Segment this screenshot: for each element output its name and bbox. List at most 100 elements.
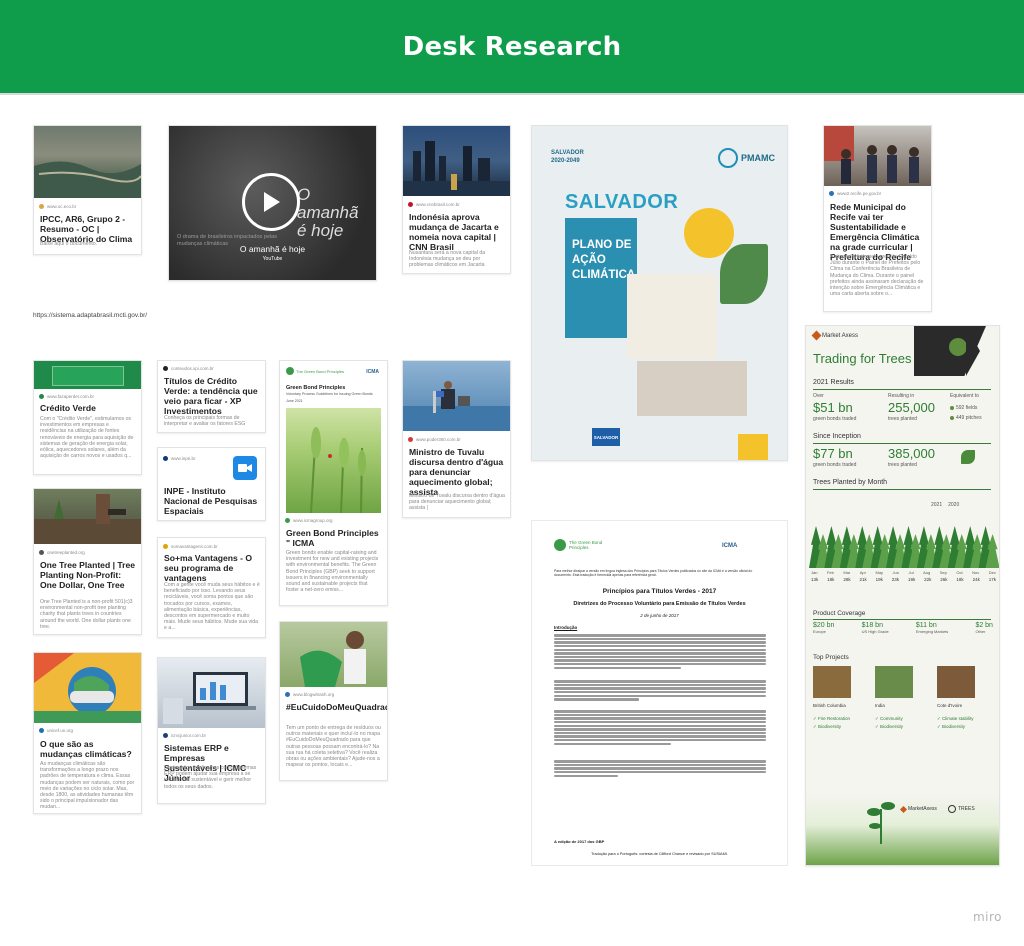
link-text-adaptabrasil[interactable]: https://sistema.adaptabrasil.mcti.gov.br…	[33, 312, 147, 319]
thumb-doc-title: Green Bond Principles	[286, 385, 346, 391]
card-source: www.blogwitrash.org	[285, 692, 334, 697]
card-title: INPE - Instituto Nacional de Pesquisas E…	[164, 486, 258, 516]
month-value: 19k	[907, 577, 916, 582]
cover-years: 2020-2049	[551, 158, 580, 164]
card-description: Conheça os principais formas de interpre…	[164, 415, 246, 428]
month-value: 18k	[956, 577, 964, 582]
leaf-badge-icon	[961, 450, 975, 464]
link-card-credito-verde[interactable]: www.fazaperder.com.br Crédito Verde Com …	[33, 360, 142, 475]
coverage-value: $11 bn	[915, 622, 937, 629]
play-button[interactable]	[242, 173, 300, 231]
marketaxess-logo-icon	[811, 330, 822, 341]
gbp-document-page[interactable]: The Green Bond Principles ICMA Para melh…	[531, 520, 788, 866]
gbp-doc-edition: A edição de 2017 dos GBP	[554, 839, 605, 844]
card-title: Ministro de Tuvalu discursa dentro d'águ…	[409, 447, 504, 497]
month-value: 28k	[843, 577, 851, 582]
card-thumbnail	[34, 361, 141, 389]
card-description: Baixe aqui o documento.	[40, 241, 98, 247]
card-title: Green Bond Principles " ICMA	[286, 528, 379, 548]
link-card-ipcc[interactable]: www.oc.eco.br IPCC, AR6, Grupo 2 - Resum…	[33, 125, 142, 255]
card-description: Ministro de Tuvalu discursa dentro d'águ…	[409, 493, 505, 512]
card-thumbnail	[34, 489, 141, 544]
link-card-green-bond-principles[interactable]: The Green Bond Principles ICMA Green Bon…	[279, 360, 388, 606]
card-thumbnail	[280, 622, 387, 687]
source-favicon-icon	[285, 692, 290, 697]
source-favicon-icon	[829, 191, 834, 196]
sick-planet-illustration-icon	[34, 653, 141, 723]
card-source: unicef.un.org	[39, 728, 73, 733]
seedling-icon	[867, 802, 895, 844]
card-description: Green bonds enable capital-raising and i…	[286, 550, 379, 594]
link-card-eucuidodomeuquadrado[interactable]: www.blogwitrash.org #EuCuidoDoMeuQuadrad…	[279, 621, 388, 781]
salvador-climate-plan-cover[interactable]: SALVADOR 2020-2049 PMAMC SALVADOR PLANO …	[531, 125, 788, 461]
link-card-one-tree-planted[interactable]: onetreeplanted.org One Tree Planted | Tr…	[33, 488, 142, 635]
source-favicon-icon	[163, 544, 168, 549]
equiv-fields: 592 fields	[950, 405, 977, 411]
since-value: $77 bn	[813, 446, 853, 461]
month-label: Aug	[923, 570, 931, 575]
source-favicon-icon	[285, 518, 290, 523]
month-value: 21k	[859, 577, 867, 582]
pitch-icon	[950, 416, 954, 420]
field-icon	[950, 406, 954, 410]
cover-yellow-block	[738, 434, 768, 460]
card-description: Neste artigo explicamos como Sistemas ER…	[164, 765, 257, 790]
footer-trees-icon	[948, 805, 956, 813]
planting-photo-icon	[34, 494, 141, 544]
card-thumbnail	[403, 126, 510, 196]
results-label: 2021 Results	[813, 379, 854, 386]
coverage-region: Emerging Markets	[915, 629, 949, 634]
link-card-somavantagens[interactable]: somavantagens.com.br So+ma Vantagens - O…	[157, 537, 266, 638]
project-name: India	[875, 703, 885, 708]
card-description: One Tree Planted is a non-profit 501(c)3…	[40, 599, 133, 630]
project-photo	[937, 666, 975, 698]
link-card-mudancas-climaticas[interactable]: unicef.un.org O que são as mudanças clim…	[33, 652, 142, 814]
footer-marketaxess-icon	[899, 805, 908, 813]
city-skyline-icon	[403, 141, 510, 196]
card-thumbnail: The Green Bond Principles ICMA Green Bon…	[280, 361, 387, 515]
video-caption: O amanhã é hoje	[239, 244, 306, 254]
month-labels: Jan Feb Mar Apr May Jun Jul Aug Sep Oct Nov Dec	[811, 570, 996, 575]
month-label: Oct	[956, 570, 963, 575]
video-card[interactable]: O amanhã é hoje O drama de brasileiros i…	[168, 125, 377, 281]
card-source: www.oc.eco.br	[39, 204, 76, 209]
cover-plan-text: PLANO DE AÇÃO CLIMÁTICA	[572, 239, 636, 281]
link-card-recife[interactable]: www2.recife.pe.gov.br Rede Municipal do …	[823, 125, 932, 312]
month-label: Sep	[939, 570, 947, 575]
since-trees-sub: trees planted	[888, 462, 917, 468]
card-title: Crédito Verde	[40, 403, 96, 413]
infographic-footer: MarketAxess TREES	[806, 792, 999, 865]
link-card-erp-sustentaveis[interactable]: icmcjunior.com.br Sistemas ERP e Empresa…	[157, 657, 266, 804]
card-description: Nusantara será a nova capital da Indonés…	[409, 250, 486, 269]
over-sub: green bonds traded	[813, 416, 857, 422]
cover-bottom-bar: SALVADOR	[592, 428, 620, 446]
card-title: Rede Municipal do Recife vai ter Sustent…	[830, 202, 920, 262]
wheat-field-image	[286, 408, 381, 514]
equiv-pitches: 449 pitches	[950, 415, 982, 421]
trading-for-trees-infographic[interactable]: Market Axess Trading for Trees 2021 Resu…	[805, 325, 1000, 866]
projects-label: Top Projects	[813, 654, 849, 661]
link-card-tuvalu[interactable]: www.poder360.com.br Ministro de Tuvalu d…	[402, 360, 511, 518]
project-photo	[813, 666, 851, 698]
link-card-indonesia[interactable]: www.cnnbrasil.com.br Indonésia aprova mu…	[402, 125, 511, 274]
girl-recycling-icon	[300, 631, 366, 687]
footer-brand-b: TREES	[948, 805, 975, 813]
coverage-row: $20 bn Europe $18 bn US High Grade $11 bn Eme…	[813, 622, 993, 634]
page-header: Desk Research	[0, 0, 1024, 93]
since-trees-value: 385,000	[888, 446, 935, 461]
gbp-doc-body-1	[554, 633, 766, 670]
month-label: Feb	[826, 570, 834, 575]
coverage-value: $20 bn	[813, 622, 835, 629]
header-divider	[0, 93, 1024, 95]
card-title: Títulos de Crédito Verde: a tendência qu…	[164, 376, 258, 416]
link-card-inpe[interactable]: www.inpe.br INPE - Instituto Nacional de…	[157, 447, 266, 521]
card-source: www.poder360.com.br	[408, 437, 461, 442]
coverage-item: $18 bn US High Grade	[862, 622, 889, 634]
source-favicon-icon	[408, 437, 413, 442]
logo-circle-icon	[718, 148, 738, 168]
arrow-chevron-icon	[966, 326, 980, 376]
miro-logo: miro	[972, 910, 1002, 924]
card-thumbnail	[824, 126, 931, 186]
coverage-item: $20 bn Europe	[813, 622, 834, 634]
link-card-titulos-credito-verde[interactable]: conteudos.xpi.com.br Títulos de Crédito …	[157, 360, 266, 433]
